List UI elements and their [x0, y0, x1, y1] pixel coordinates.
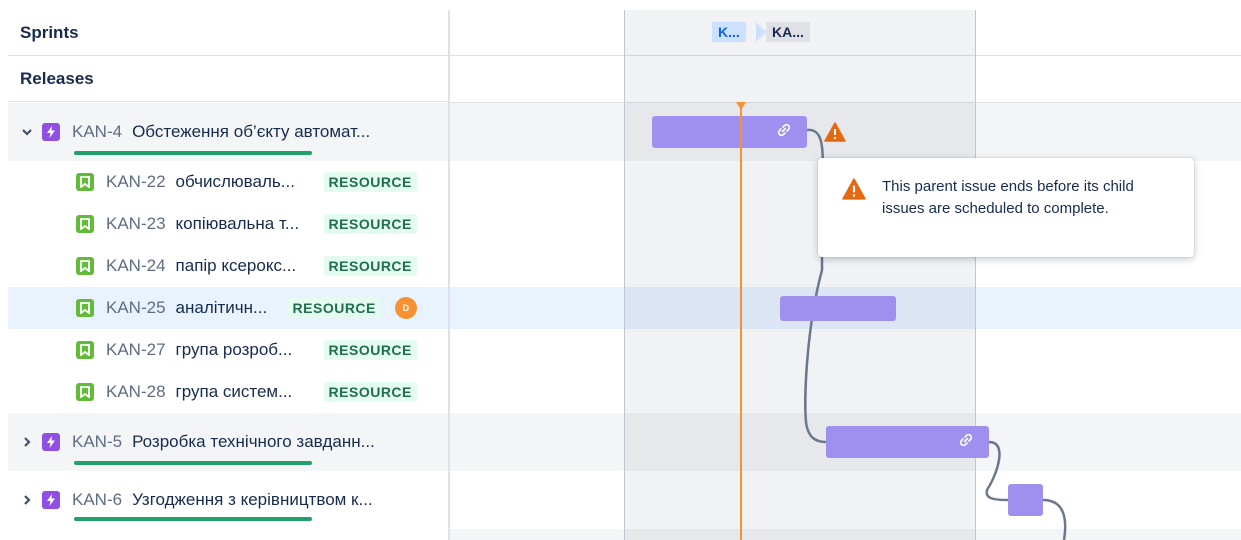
lightning-icon [42, 123, 60, 141]
bookmark-icon [76, 173, 94, 191]
warning-icon[interactable] [824, 122, 846, 142]
issue-key[interactable]: KAN-27 [106, 340, 166, 360]
issue-key[interactable]: KAN-25 [106, 298, 166, 318]
tooltip-text: This parent issue ends before its child … [882, 178, 1134, 217]
issue-title[interactable]: Обстеження об’єкту автомат... [132, 122, 422, 142]
today-marker [740, 104, 742, 540]
schedule-bar-kan-25[interactable] [780, 296, 896, 321]
issue-key[interactable]: KAN-22 [106, 172, 166, 192]
lightning-icon [42, 433, 60, 451]
dependency-line [1042, 498, 1067, 540]
issue-row-kan-25[interactable]: KAN-25 аналітичн... RESOURCE D [8, 287, 448, 329]
label-lozenge: RESOURCE [287, 298, 381, 318]
progress-bar [74, 151, 312, 155]
schedule-bar-kan-5[interactable] [826, 426, 989, 458]
progress-bar [74, 461, 312, 465]
releases-row-header: Releases [8, 56, 448, 102]
issue-title[interactable]: група систем... [176, 382, 318, 402]
lightning-icon [42, 491, 60, 509]
schedule-bar-kan-6[interactable] [1008, 484, 1043, 516]
label-lozenge: RESOURCE [323, 172, 417, 192]
bookmark-icon [76, 383, 94, 401]
issue-row-kan-28[interactable]: KAN-28 група систем... RESOURCE [8, 371, 448, 413]
schedule-bar-kan-4[interactable] [652, 116, 807, 148]
releases-label: Releases [20, 68, 94, 88]
link-icon[interactable] [957, 431, 975, 453]
label-lozenge: RESOURCE [323, 214, 417, 234]
timeline-panel: K... KA... This parent issue ends before [450, 10, 1241, 540]
dependency-lines [804, 128, 1067, 540]
bookmark-icon [76, 341, 94, 359]
issue-key[interactable]: KAN-23 [106, 214, 166, 234]
issue-title[interactable]: Узгодження з керівництвом к... [132, 490, 422, 510]
issue-row-kan-4[interactable]: KAN-4 Обстеження об’єкту автомат... [8, 103, 448, 161]
today-marker-head [736, 102, 746, 110]
chevron-right-icon[interactable] [20, 493, 34, 507]
progress-bar [74, 517, 312, 521]
issue-key[interactable]: KAN-5 [72, 432, 122, 452]
issue-list-panel: Sprints Releases KAN-4 Обстеження об’єкт… [8, 10, 448, 540]
issue-key[interactable]: KAN-24 [106, 256, 166, 276]
issue-row-kan-22[interactable]: KAN-22 обчислюваль... RESOURCE [8, 161, 448, 203]
warning-tooltip: This parent issue ends before its child … [818, 158, 1194, 257]
issue-title[interactable]: Розробка технічного завданн... [132, 432, 422, 452]
bookmark-icon [76, 215, 94, 233]
dependency-line [985, 440, 1009, 502]
warning-icon [842, 178, 866, 200]
label-lozenge: RESOURCE [323, 340, 417, 360]
label-lozenge: RESOURCE [323, 382, 417, 402]
issue-title[interactable]: обчислюваль... [176, 172, 318, 192]
sprints-row-header: Sprints [8, 10, 448, 56]
issue-title[interactable]: копіювальна т... [176, 214, 318, 234]
bookmark-icon [76, 299, 94, 317]
issue-title[interactable]: папір ксерокс... [176, 256, 318, 276]
bookmark-icon [76, 257, 94, 275]
issue-row-kan-27[interactable]: KAN-27 група розроб... RESOURCE [8, 329, 448, 371]
issue-title[interactable]: аналітичн... [176, 298, 282, 318]
issue-row-kan-5[interactable]: KAN-5 Розробка технічного завданн... [8, 413, 448, 471]
avatar[interactable]: D [394, 297, 417, 319]
chevron-down-icon[interactable] [20, 125, 34, 139]
link-icon[interactable] [775, 121, 793, 143]
chevron-right-icon[interactable] [20, 435, 34, 449]
issue-key[interactable]: KAN-28 [106, 382, 166, 402]
label-lozenge: RESOURCE [323, 256, 417, 276]
issue-key[interactable]: KAN-4 [72, 122, 122, 142]
issue-title[interactable]: група розроб... [176, 340, 318, 360]
issue-row-kan-6[interactable]: KAN-6 Узгодження з керівництвом к... [8, 471, 448, 529]
issue-row-kan-24[interactable]: KAN-24 папір ксерокс... RESOURCE [8, 245, 448, 287]
issue-row-kan-23[interactable]: KAN-23 копіювальна т... RESOURCE [8, 203, 448, 245]
issue-key[interactable]: KAN-6 [72, 490, 122, 510]
sprints-label: Sprints [20, 22, 79, 42]
